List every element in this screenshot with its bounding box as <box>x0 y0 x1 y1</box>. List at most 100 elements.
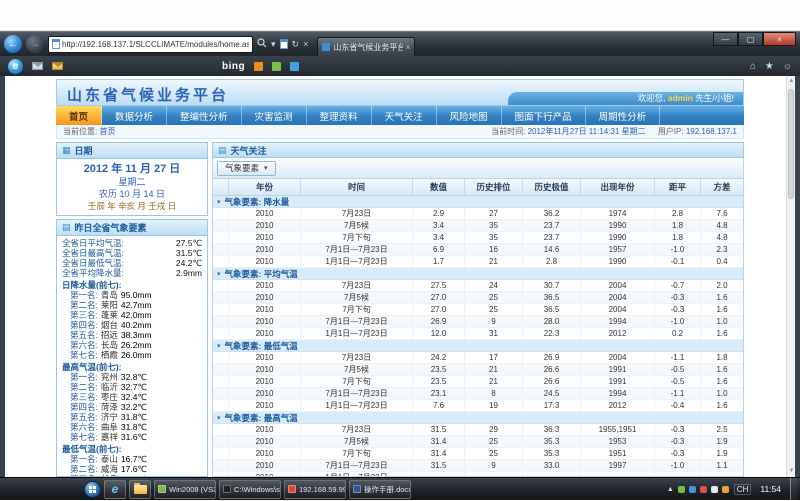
toolbar-green-icon[interactable] <box>272 62 281 71</box>
table-row[interactable]: 20107月1日—7月23日26.9928.01994-1.01.0 <box>213 316 743 328</box>
nav-item-1[interactable]: 首页 <box>56 106 102 125</box>
table-row[interactable]: 20107月1日—7月23日6.91614.61957-1.02.3 <box>213 244 743 256</box>
table-row[interactable]: 20107月5候23.52126.61991-0.51.6 <box>213 364 743 376</box>
table-row[interactable]: 20107月下旬3.43523.719901.84.8 <box>213 232 743 244</box>
group-header-row[interactable]: ▾气象要素: 降水量 <box>213 196 743 208</box>
column-header[interactable]: 历史极值 <box>523 179 581 195</box>
search-icon[interactable] <box>257 38 267 50</box>
taskbar-explorer-button[interactable] <box>129 480 151 499</box>
collapse-icon[interactable]: ▾ <box>217 198 221 206</box>
element-filter-button[interactable]: 气象要素 ▾ <box>217 161 276 176</box>
column-header[interactable]: 数值 <box>413 179 465 195</box>
start-button[interactable] <box>84 481 101 498</box>
column-header[interactable]: 方差 <box>701 179 743 195</box>
language-indicator[interactable]: CH <box>734 484 752 495</box>
show-desktop-button[interactable] <box>790 478 797 501</box>
hidden-icons-arrow[interactable]: ▲ <box>667 486 674 493</box>
table-row[interactable]: 20107月23日2.92736.219742.87.6 <box>213 208 743 220</box>
station-name[interactable]: 嘉祥 <box>101 432 118 442</box>
tray-icon-green[interactable] <box>678 486 685 493</box>
url-text[interactable]: http://192.168.137.1/SLCCLIMATE/modules/… <box>62 40 249 49</box>
home-icon[interactable]: ⌂ <box>750 61 756 72</box>
station-name[interactable]: 栖霞 <box>101 350 118 360</box>
station-name[interactable]: 曲阜 <box>101 422 118 432</box>
station-name[interactable]: 莱阳 <box>101 300 118 310</box>
station-name[interactable]: 蓬莱 <box>101 310 118 320</box>
compatibility-view-icon[interactable] <box>280 39 288 49</box>
scroll-down-icon[interactable]: ▼ <box>787 466 796 477</box>
station-name[interactable]: 济宁 <box>101 412 118 422</box>
station-name[interactable]: 菏泽 <box>101 402 118 412</box>
taskbar-ie-button[interactable]: e <box>104 480 126 499</box>
nav-item-5[interactable]: 整理资料 <box>307 106 372 125</box>
toolbar-blue-icon[interactable] <box>290 62 299 71</box>
close-button[interactable]: × <box>763 32 796 46</box>
station-name[interactable]: 临沂 <box>101 382 118 392</box>
tab-close-icon[interactable]: × <box>406 43 411 52</box>
favorites-icon[interactable]: ★ <box>765 61 774 72</box>
tray-icon-white[interactable] <box>711 486 718 493</box>
station-name[interactable]: 威海 <box>101 464 118 474</box>
column-header[interactable]: 年份 <box>229 179 301 195</box>
group-header-row[interactable]: ▾气象要素: 最高气温 <box>213 412 743 424</box>
mail-alt-icon[interactable] <box>52 62 63 70</box>
browser-back-button[interactable]: ← <box>4 35 22 53</box>
nav-item-4[interactable]: 灾害监测 <box>242 106 307 125</box>
column-header[interactable]: 出现年份 <box>581 179 655 195</box>
taskbar-button-1[interactable]: Win2008 (VS2... <box>154 480 216 499</box>
mail-icon[interactable] <box>32 62 43 70</box>
station-name[interactable]: 青岛 <box>101 290 118 300</box>
browser-forward-button[interactable]: → <box>26 35 44 53</box>
nav-item-2[interactable]: 数据分析 <box>102 106 167 125</box>
table-row[interactable]: 20107月23日24.21726.92004-1.11.8 <box>213 352 743 364</box>
stop-icon[interactable]: × <box>303 39 308 49</box>
table-row[interactable]: 20101月1日—7月23日12.03122.320120.21.6 <box>213 328 743 340</box>
refresh-icon[interactable]: ↻ <box>292 39 300 50</box>
address-dropdown-icon[interactable]: ▾ <box>271 39 276 50</box>
nav-item-7[interactable]: 风险地图 <box>437 106 502 125</box>
table-row[interactable]: 20107月5候31.42535.31953-0.31.9 <box>213 436 743 448</box>
table-row[interactable]: 20107月1日—7月23日23.1824.51994-1.11.0 <box>213 388 743 400</box>
nav-item-9[interactable]: 周期性分析 <box>586 106 661 125</box>
table-row[interactable]: 20107月5候3.43523.719901.84.8 <box>213 220 743 232</box>
bing-logo[interactable]: bing <box>222 61 245 72</box>
scroll-up-icon[interactable]: ▲ <box>787 76 796 87</box>
table-row[interactable]: 20107月下旬27.02536.52004-0.31.6 <box>213 304 743 316</box>
clock[interactable]: 11:54 <box>756 484 785 494</box>
table-row[interactable]: 20101月1日—7月23日 <box>213 472 743 476</box>
station-name[interactable]: 兖州 <box>101 372 118 382</box>
table-row[interactable]: 20107月23日27.52430.72004-0.72.0 <box>213 280 743 292</box>
table-row[interactable]: 20101月1日—7月23日7.61917.32012-0.41.6 <box>213 400 743 412</box>
column-header[interactable]: 历史排位 <box>465 179 523 195</box>
group-header-row[interactable]: ▾气象要素: 最低气温 <box>213 340 743 352</box>
table-row[interactable]: 20107月下旬31.42535.31951-0.31.9 <box>213 448 743 460</box>
nav-item-3[interactable]: 整编性分析 <box>167 106 242 125</box>
taskbar-button-4[interactable]: 操作手册.docx... <box>349 480 411 499</box>
table-row[interactable]: 20107月23日31.52936.31955,1951-0.32.5 <box>213 424 743 436</box>
collapse-icon[interactable]: ▾ <box>217 342 221 350</box>
station-name[interactable]: 烟台 <box>101 320 118 330</box>
minimize-button[interactable]: — <box>713 32 738 46</box>
tray-icon-red[interactable] <box>700 486 707 493</box>
table-row[interactable]: 20107月1日—7月23日31.5933.01997-1.01.1 <box>213 460 743 472</box>
collapse-icon[interactable]: ▾ <box>217 414 221 422</box>
table-row[interactable]: 20107月5候27.02536.52004-0.31.6 <box>213 292 743 304</box>
column-header[interactable]: 距平 <box>655 179 701 195</box>
group-header-row[interactable]: ▾气象要素: 平均气温 <box>213 268 743 280</box>
breadcrumb-value[interactable]: 首页 <box>99 127 115 136</box>
column-header[interactable]: 时间 <box>301 179 413 195</box>
scrollbar-thumb[interactable] <box>788 89 794 199</box>
tray-icon-orange[interactable] <box>722 486 729 493</box>
address-bar[interactable]: http://192.168.137.1/SLCCLIMATE/modules/… <box>48 36 253 53</box>
table-row[interactable]: 20101月1日—7月23日1.7212.81990-0.10.4 <box>213 256 743 268</box>
table-row[interactable]: 20107月下旬23.52126.61991-0.51.6 <box>213 376 743 388</box>
vertical-scrollbar[interactable]: ▲ ▼ <box>786 76 795 477</box>
station-name[interactable]: 枣庄 <box>101 392 118 402</box>
browser-tab[interactable]: 山东省气候业务平台... × <box>317 37 415 56</box>
tools-icon[interactable]: ☼ <box>783 61 792 72</box>
taskbar-button-3[interactable]: 192.168.59.99... <box>284 480 346 499</box>
nav-item-6[interactable]: 天气关注 <box>372 106 437 125</box>
taskbar-button-2[interactable]: C:\Windows\s... <box>219 480 281 499</box>
station-name[interactable]: 泰山 <box>101 454 118 464</box>
toolbar-orange-icon[interactable] <box>254 62 263 71</box>
